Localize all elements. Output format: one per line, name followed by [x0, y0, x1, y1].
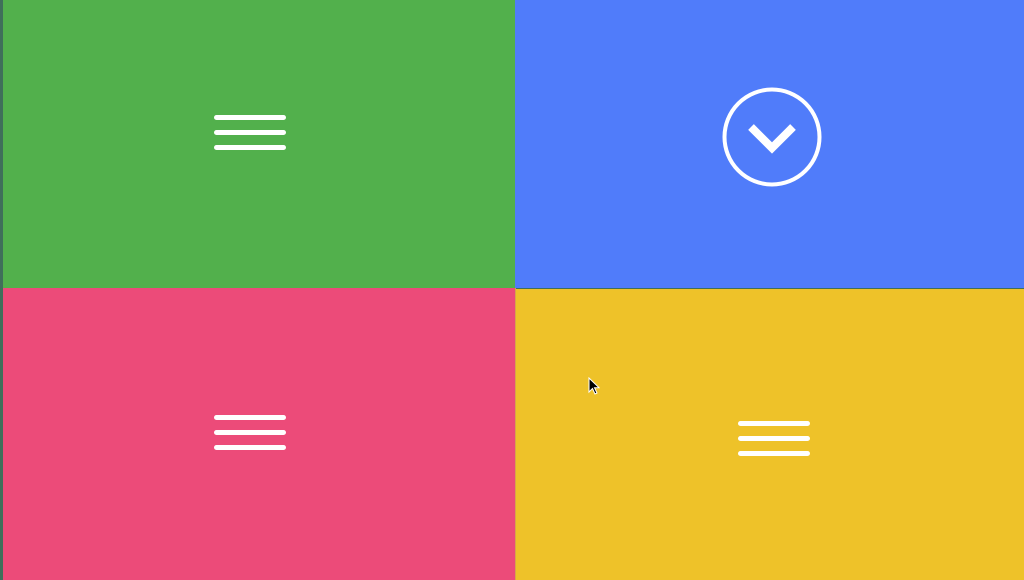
- hamburger-menu-icon: [214, 415, 286, 453]
- tile-top-right[interactable]: [515, 0, 1024, 288]
- hamburger-menu-icon: [738, 421, 810, 459]
- mouse-pointer-icon: [588, 377, 600, 395]
- tile-bottom-left[interactable]: [3, 288, 515, 580]
- chevron-down-circle-icon: [722, 87, 822, 187]
- tile-bottom-right[interactable]: [516, 289, 1024, 580]
- hamburger-menu-icon: [214, 115, 286, 153]
- tile-top-left[interactable]: [3, 0, 515, 288]
- tile-grid: [3, 0, 1024, 580]
